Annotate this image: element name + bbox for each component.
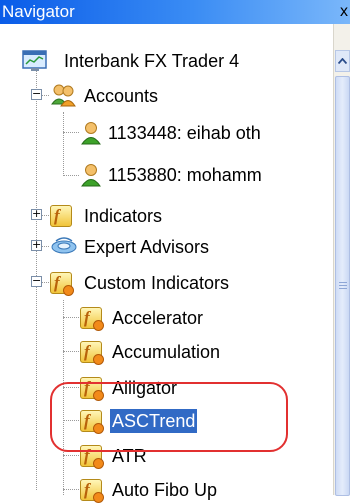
tree-line xyxy=(41,282,49,283)
chevron-up-icon xyxy=(338,58,347,64)
custom-indicator-label: Auto Fibo Up xyxy=(112,480,218,500)
scroll-thumb[interactable] xyxy=(335,76,350,496)
indicators-expand-toggle[interactable]: + xyxy=(31,208,42,220)
tree-line xyxy=(63,112,64,176)
tree-line xyxy=(63,175,79,176)
custom-indicator-item[interactable]: f Accelerator xyxy=(80,304,205,332)
tree-line xyxy=(41,246,49,247)
accounts-folder-icon xyxy=(51,84,76,107)
tree-line xyxy=(63,489,79,490)
custom-indicator-label: Accumulation xyxy=(112,342,221,362)
custom-indicator-icon: f xyxy=(50,272,74,296)
account-item-label: 1133448: eihab oth xyxy=(108,123,261,143)
account-item[interactable]: 1153880: mohamm xyxy=(80,161,264,189)
annotation-highlight-ring xyxy=(50,382,288,452)
tree-node-expert-advisors[interactable]: Expert Advisors xyxy=(50,233,211,261)
custom-indicator-item[interactable]: f Auto Fibo Up xyxy=(80,476,219,504)
accounts-label: Accounts xyxy=(84,86,159,106)
indicators-label: Indicators xyxy=(84,206,163,226)
scroll-up-button[interactable] xyxy=(335,50,350,72)
custom-indicator-label: Accelerator xyxy=(112,308,204,328)
experts-label: Expert Advisors xyxy=(84,237,210,257)
tree-line xyxy=(63,455,79,456)
user-account-icon xyxy=(81,122,101,145)
account-item-label: 1153880: mohamm xyxy=(108,165,262,185)
window-title: Navigator xyxy=(2,2,75,21)
custom-indicator-icon: f xyxy=(80,479,104,503)
tree-line xyxy=(63,317,79,318)
tree-line xyxy=(63,351,79,352)
custom-label: Custom Indicators xyxy=(84,273,230,293)
custom-indicator-item[interactable]: f Accumulation xyxy=(80,338,222,366)
tree-line xyxy=(41,95,49,96)
tree-line xyxy=(63,132,79,133)
close-icon[interactable]: x xyxy=(340,0,348,24)
custom-collapse-toggle[interactable]: − xyxy=(31,275,42,287)
vertical-scrollbar[interactable] xyxy=(333,24,350,496)
experts-expand-toggle[interactable]: + xyxy=(31,239,42,251)
tree-root[interactable]: Interbank FX Trader 4 xyxy=(22,47,241,75)
tree-node-accounts[interactable]: Accounts xyxy=(50,82,160,110)
indicator-icon: f xyxy=(50,205,72,227)
tree-line xyxy=(41,215,49,216)
root-label: Interbank FX Trader 4 xyxy=(64,51,240,71)
terminal-icon xyxy=(22,50,47,71)
custom-indicator-icon: f xyxy=(80,341,104,365)
user-account-icon xyxy=(81,164,101,187)
navigator-title-bar: Navigator x xyxy=(0,0,350,24)
custom-indicator-icon: f xyxy=(80,307,104,331)
tree-node-indicators[interactable]: f Indicators xyxy=(50,202,164,230)
accounts-collapse-toggle[interactable]: − xyxy=(31,88,42,100)
account-item[interactable]: 1133448: eihab oth xyxy=(80,119,263,147)
expert-advisor-icon xyxy=(51,237,77,254)
tree-node-custom-indicators[interactable]: f Custom Indicators xyxy=(50,269,231,297)
